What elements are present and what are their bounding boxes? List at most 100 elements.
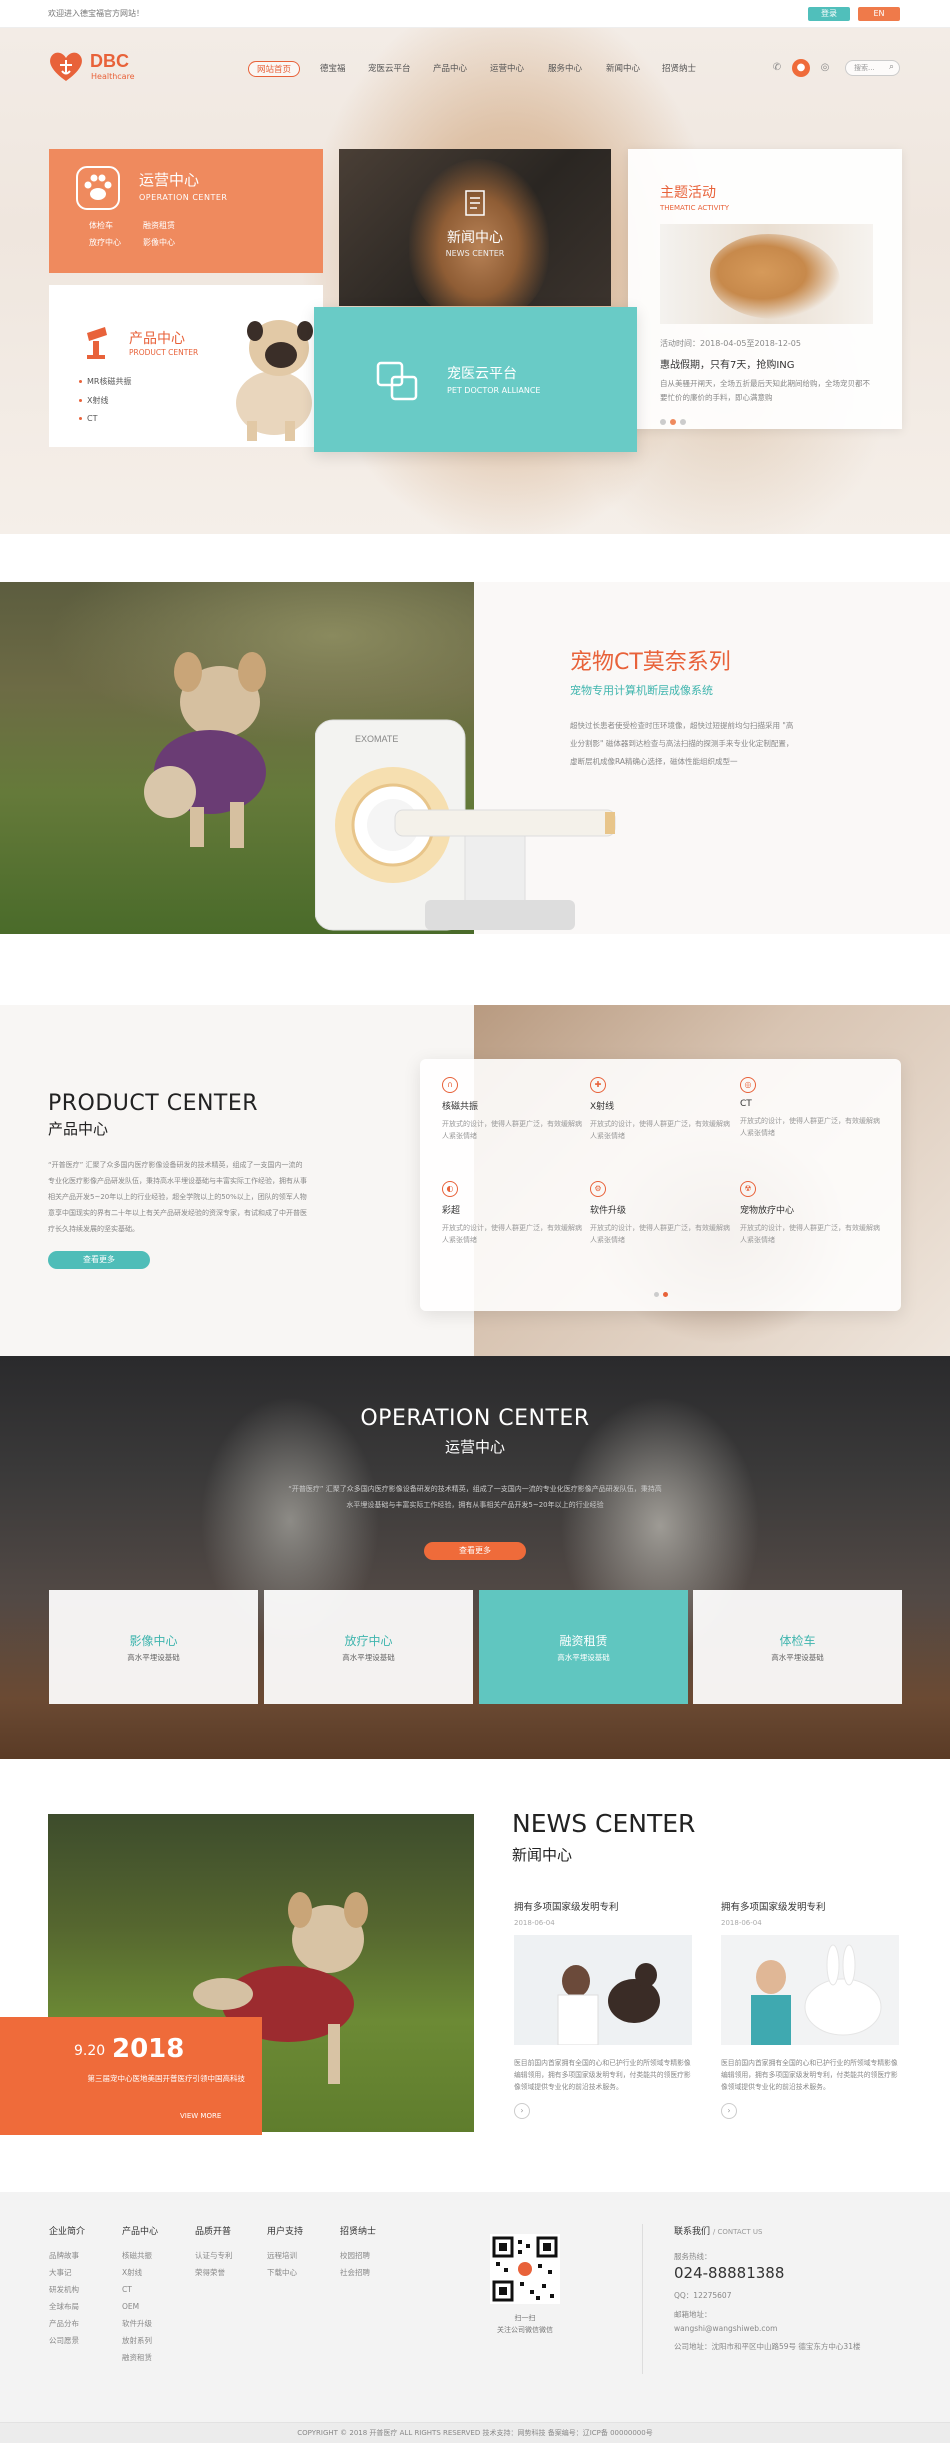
operation-card-leasing[interactable]: 融资租赁 高水平埋设基础 bbox=[479, 1590, 688, 1704]
footer-link[interactable]: 远程培训 bbox=[267, 2247, 337, 2264]
product-item[interactable]: ✚ X射线 开放式的设计，使得人群更广泛，有效缓解病人紧张情绪 bbox=[590, 1077, 730, 1142]
news-item-date: 2018-06-04 bbox=[721, 1919, 762, 1927]
product-item[interactable]: ⚙ 软件升级 开放式的设计，使得人群更广泛，有效缓解病人紧张情绪 bbox=[590, 1181, 730, 1246]
product-item[interactable]: ◐ 彩超 开放式的设计，使得人群更广泛，有效缓解病人紧张情绪 bbox=[442, 1181, 582, 1246]
footer-link[interactable]: 认证与专利 bbox=[195, 2247, 265, 2264]
operation-more-button[interactable]: 查看更多 bbox=[424, 1542, 526, 1560]
login-button[interactable]: 登录 bbox=[808, 7, 850, 21]
search-placeholder: 搜索... bbox=[854, 64, 875, 72]
nav-about[interactable]: 德宝福 bbox=[320, 61, 346, 77]
product-item-name: CT bbox=[740, 1099, 752, 1109]
nav-products[interactable]: 产品中心 bbox=[433, 61, 467, 77]
operation-card-link[interactable]: 融资租赁 bbox=[143, 220, 175, 231]
footer-link[interactable]: OEM bbox=[122, 2298, 192, 2315]
carousel-dot[interactable] bbox=[660, 419, 666, 425]
language-button[interactable]: EN bbox=[858, 7, 900, 21]
carousel-dots bbox=[660, 415, 690, 428]
footer-link[interactable]: 融资租赁 bbox=[122, 2349, 192, 2366]
operation-card-title: 体检车 bbox=[779, 1634, 816, 1648]
nav-vet-cloud[interactable]: 宠医云平台 bbox=[368, 61, 411, 77]
operation-card-radiotherapy[interactable]: 放疗中心 高水平埋设基础 bbox=[264, 1590, 473, 1704]
operation-card-subtitle: OPERATION CENTER bbox=[139, 193, 228, 202]
carousel-dot-active[interactable] bbox=[670, 419, 676, 425]
search-icon[interactable]: ⌕ bbox=[889, 62, 894, 72]
ultrasound-icon: ◐ bbox=[442, 1181, 458, 1197]
copyright: COPYRIGHT © 2018 开普医疗 ALL RIGHTS RESERVE… bbox=[0, 2422, 950, 2443]
ct-subtitle: 宠物专用计算机断层成像系统 bbox=[570, 684, 713, 697]
footer-link[interactable]: X射线 bbox=[122, 2264, 192, 2281]
qq-icon[interactable]: ● bbox=[792, 59, 810, 77]
chevron-right-icon[interactable]: › bbox=[514, 2103, 530, 2119]
footer-link[interactable]: 核磁共振 bbox=[122, 2247, 192, 2264]
theme-card-title: 主题活动 bbox=[660, 185, 716, 201]
footer-link[interactable]: 放射系列 bbox=[122, 2332, 192, 2349]
product-card-link[interactable]: X射线 bbox=[79, 395, 108, 406]
ct-icon: ◎ bbox=[740, 1077, 756, 1093]
search-input[interactable]: 搜索... ⌕ bbox=[845, 60, 900, 76]
address: 公司地址：沈阳市和平区中山路59号 德宝东方中心31楼 bbox=[674, 2342, 861, 2351]
news-center-card[interactable]: 新闻中心 NEWS CENTER bbox=[339, 149, 611, 306]
footer-link[interactable]: 下载中心 bbox=[267, 2264, 337, 2281]
carousel-dot[interactable] bbox=[653, 1292, 659, 1297]
operation-card-link[interactable]: 影像中心 bbox=[143, 237, 175, 248]
nav-service[interactable]: 服务中心 bbox=[548, 61, 582, 77]
product-item-desc: 开放式的设计，使得人群更广泛，有效缓解病人紧张情绪 bbox=[740, 1117, 880, 1137]
footer-link[interactable]: 产品分布 bbox=[49, 2315, 119, 2332]
product-more-button[interactable]: 查看更多 bbox=[48, 1251, 150, 1269]
footer-link[interactable]: CT bbox=[122, 2281, 192, 2298]
footer-link[interactable]: 社会招聘 bbox=[340, 2264, 410, 2281]
news-item-title[interactable]: 拥有多项国家级发明专利 bbox=[514, 1899, 692, 1913]
footer-link[interactable]: 软件升级 bbox=[122, 2315, 192, 2332]
view-more-link[interactable]: VIEW MORE bbox=[180, 2112, 221, 2120]
nav-home[interactable]: 网站首页 bbox=[248, 61, 301, 77]
footer-link[interactable]: 全球布局 bbox=[49, 2298, 119, 2315]
magnet-icon: ∩ bbox=[442, 1077, 458, 1093]
footer-link[interactable]: 校园招聘 bbox=[340, 2247, 410, 2264]
operation-card-vehicle[interactable]: 体检车 高水平埋设基础 bbox=[693, 1590, 902, 1704]
nav-careers[interactable]: 招贤纳士 bbox=[662, 61, 696, 77]
linked-squares-icon bbox=[376, 361, 418, 401]
vet-cloud-card[interactable]: 宠医云平台 PET DOCTOR ALLIANCE bbox=[314, 307, 637, 452]
weibo-icon[interactable]: ◎ bbox=[816, 59, 834, 77]
operation-card-link[interactable]: 放疗中心 bbox=[89, 237, 121, 248]
nav-news[interactable]: 新闻中心 bbox=[606, 61, 640, 77]
footer: 企业简介 品牌故事 大事记 研发机构 全球布局 产品分布 公司愿景 产品中心 核… bbox=[0, 2192, 950, 2422]
carousel-dot-active[interactable] bbox=[662, 1292, 668, 1297]
chevron-right-icon[interactable]: › bbox=[721, 2103, 737, 2119]
wechat-icon[interactable]: ✆ bbox=[768, 59, 786, 77]
product-item[interactable]: ∩ 核磁共振 开放式的设计，使得人群更广泛，有效缓解病人紧张情绪 bbox=[442, 1077, 582, 1142]
product-item[interactable]: ◎ CT 开放式的设计，使得人群更广泛，有效缓解病人紧张情绪 bbox=[740, 1077, 880, 1139]
site-logo[interactable]: DBC Healthcare bbox=[48, 47, 158, 87]
news-item-desc: 医目前国内首家拥有全国的心和已护行业的所领域专精影像编辑领用，拥有多项国家级发明… bbox=[514, 2059, 691, 2091]
operation-card-link[interactable]: 体检车 bbox=[89, 220, 113, 231]
theme-activity-card[interactable]: 主题活动 THEMATIC ACTIVITY 活动时间：2018-04-05至2… bbox=[628, 149, 902, 429]
phone-label: 服务热线： bbox=[674, 2252, 712, 2261]
footer-link[interactable]: 品牌故事 bbox=[49, 2247, 119, 2264]
vet-rabbit-picture bbox=[721, 1935, 899, 2045]
footer-link[interactable]: 大事记 bbox=[49, 2264, 119, 2281]
product-card-title: 产品中心 bbox=[129, 331, 185, 347]
nav-operation[interactable]: 运营中心 bbox=[490, 61, 524, 77]
news-card-title: 新闻中心 bbox=[447, 230, 503, 246]
footer-link[interactable]: 荣得荣誉 bbox=[195, 2264, 265, 2281]
product-item[interactable]: ☢ 宠物放疗中心 开放式的设计，使得人群更广泛，有效缓解病人紧张情绪 bbox=[740, 1181, 880, 1246]
footer-column: 用户支持 远程培训 下载中心 bbox=[267, 2224, 337, 2281]
news-item[interactable]: 拥有多项国家级发明专利 2018-06-04 医目前国内首家拥有全国的心和已护行… bbox=[721, 1899, 899, 2119]
footer-link[interactable]: 研发机构 bbox=[49, 2281, 119, 2298]
product-item-name: X射线 bbox=[590, 1102, 615, 1112]
email-label: 邮箱地址： bbox=[674, 2310, 712, 2319]
news-item[interactable]: 拥有多项国家级发明专利 2018-06-04 医目前国内首家拥有全国的心和已护行… bbox=[514, 1899, 692, 2119]
product-center-card[interactable]: 产品中心 PRODUCT CENTER MR核磁共振 X射线 CT bbox=[49, 285, 323, 447]
activity-headline[interactable]: 惠战假期，只有7天，抢购ING bbox=[660, 356, 795, 371]
operation-center-card[interactable]: 运营中心 OPERATION CENTER 体检车 融资租赁 放疗中心 影像中心 bbox=[49, 149, 323, 273]
product-card-link[interactable]: CT bbox=[79, 414, 97, 423]
vet-exam-picture bbox=[514, 1935, 692, 2045]
footer-link[interactable]: 公司愿景 bbox=[49, 2332, 119, 2349]
email-address[interactable]: wangshi@wangshiweb.com bbox=[674, 2324, 860, 2333]
phone-number[interactable]: 024-88881388 bbox=[674, 2264, 860, 2282]
news-feature-date-box[interactable]: 9.20 2018 第三届宠中心医地美国开普医疗引领中国高科技 VIEW MOR… bbox=[0, 2017, 262, 2135]
carousel-dot[interactable] bbox=[680, 419, 686, 425]
product-card-link[interactable]: MR核磁共振 bbox=[79, 376, 131, 387]
operation-card-imaging[interactable]: 影像中心 高水平埋设基础 bbox=[49, 1590, 258, 1704]
news-item-title[interactable]: 拥有多项国家级发明专利 bbox=[721, 1899, 899, 1913]
